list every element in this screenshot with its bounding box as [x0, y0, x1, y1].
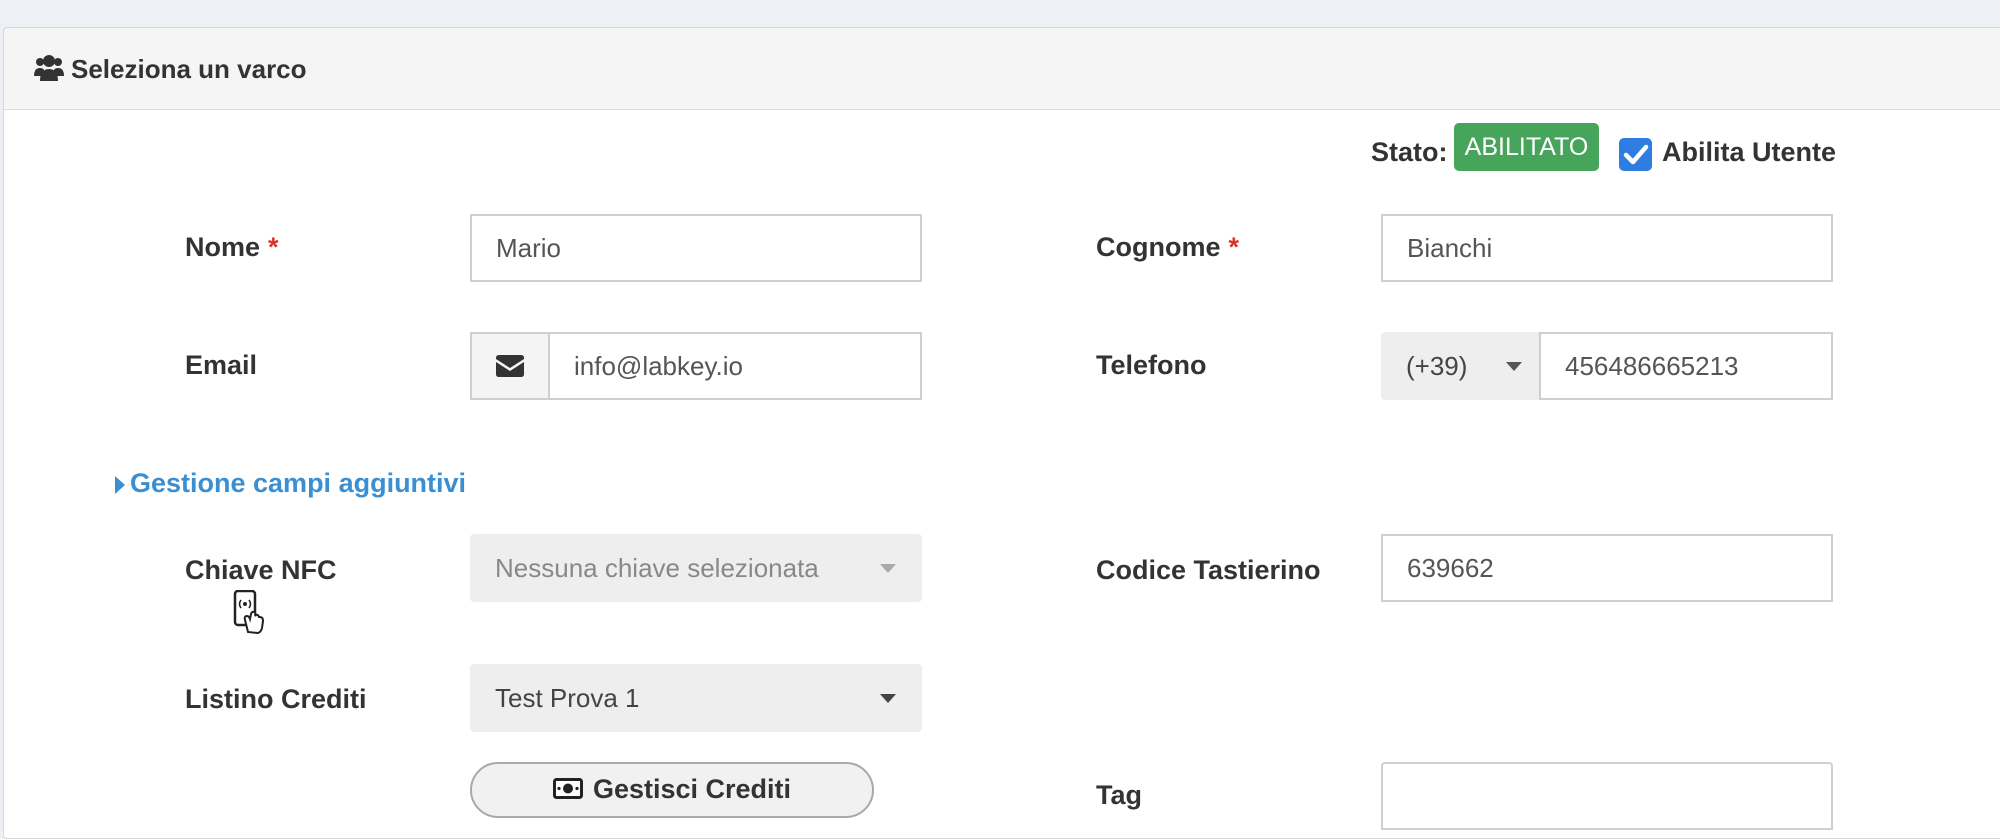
required-marker: * [1228, 232, 1240, 262]
caret-right-icon [115, 476, 125, 494]
chiave-nfc-label: Chiave NFC [185, 555, 337, 585]
telefono-label: Telefono [1096, 350, 1207, 380]
check-icon [1623, 144, 1649, 165]
money-bill-icon [552, 777, 583, 799]
chevron-down-icon [880, 694, 896, 703]
nfc-key-placeholder: Nessuna chiave selezionata [495, 553, 819, 583]
chevron-down-icon [880, 564, 896, 573]
status-badge: ABILITATO [1454, 123, 1599, 171]
manage-credits-button[interactable]: Gestisci Crediti [470, 762, 874, 818]
listino-crediti-label: Listino Crediti [185, 684, 367, 714]
chevron-down-icon [1506, 362, 1522, 371]
cognome-label: Cognome * [1096, 232, 1240, 262]
phone-prefix-value: (+39) [1406, 351, 1468, 381]
email-addon [470, 332, 550, 400]
enable-user-label[interactable]: Abilita Utente [1662, 137, 1836, 168]
nfc-tap-icon[interactable] [233, 590, 269, 634]
telefono-input[interactable]: 456486665213 [1539, 332, 1833, 400]
envelope-icon [496, 355, 524, 377]
codice-tastierino-label: Codice Tastierino [1096, 555, 1321, 585]
email-label: Email [185, 350, 258, 380]
nfc-key-select[interactable]: Nessuna chiave selezionata [470, 534, 922, 602]
panel-title: Seleziona un varco [71, 54, 307, 84]
nome-label: Nome * [185, 232, 279, 262]
required-marker: * [268, 232, 279, 262]
status-label: Stato: [1371, 137, 1448, 167]
phone-prefix-select[interactable]: (+39) [1381, 332, 1541, 400]
cognome-input[interactable]: Bianchi [1381, 214, 1833, 282]
nome-input[interactable]: Mario [470, 214, 922, 282]
listino-crediti-value: Test Prova 1 [495, 683, 640, 713]
listino-crediti-select[interactable]: Test Prova 1 [470, 664, 922, 732]
panel-header: Seleziona un varco [4, 28, 2000, 110]
manage-credits-label: Gestisci Crediti [592, 774, 792, 804]
extra-fields-link[interactable]: Gestione campi aggiuntivi [130, 468, 466, 499]
tag-label: Tag [1096, 780, 1142, 810]
email-input[interactable]: info@labkey.io [548, 332, 922, 400]
codice-tastierino-input[interactable]: 639662 [1381, 534, 1833, 602]
users-icon [34, 55, 64, 81]
enable-user-checkbox[interactable] [1619, 138, 1652, 171]
